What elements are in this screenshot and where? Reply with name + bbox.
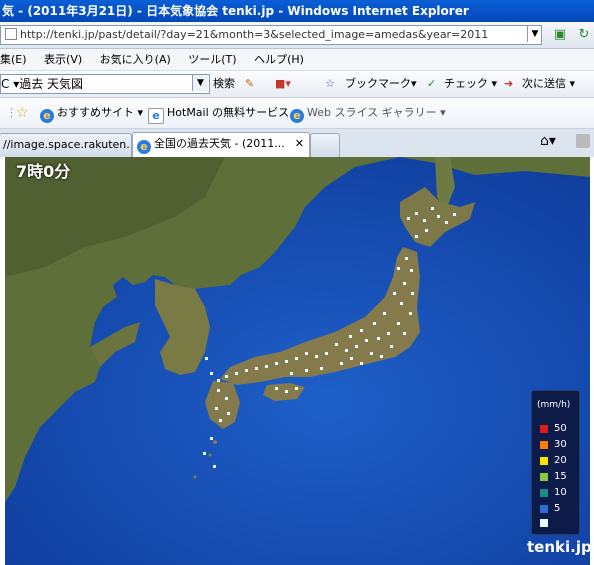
feeds-icon[interactable] — [576, 134, 590, 148]
legend-label: 50 — [554, 423, 567, 434]
page-icon: e — [148, 108, 164, 124]
tab-tenki-past[interactable]: e 全国の過去天気 - (2011... ✕ — [132, 132, 310, 158]
precipitation-legend: (mm/h) 50 30 20 15 10 5 — [531, 390, 580, 535]
menu-favorites[interactable]: お気に入り(A) — [100, 53, 171, 66]
legend-swatch — [540, 425, 548, 433]
menu-edit[interactable]: 集(E) — [0, 53, 27, 66]
search-box[interactable]: C ▾過去 天気図 — [0, 74, 210, 94]
fav-recommended[interactable]: e おすすめサイト ▾ — [40, 104, 143, 123]
legend-swatch — [540, 457, 548, 465]
bookmark-button[interactable]: ブックマーク▾ — [345, 75, 417, 93]
viewport-right-edge — [590, 157, 594, 565]
legend-label: 5 — [554, 503, 561, 514]
legend-swatch — [540, 519, 548, 527]
legend-label: 20 — [554, 455, 567, 466]
menu-bar: 集(E) 表示(V) お気に入り(A) ツール(T) ヘルプ(H) — [0, 49, 594, 71]
legend-swatch — [540, 473, 548, 481]
legend-swatch — [540, 441, 548, 449]
time-label: 7時0分 — [16, 162, 71, 181]
favorites-bar: ⋮ ☆ e おすすめサイト ▾ e HotMail の無料サービス e Web スライ… — [0, 98, 594, 129]
fav-webslice-label: Web スライス ギャラリー ▾ — [307, 106, 446, 119]
menu-view[interactable]: 表示(V) — [44, 53, 82, 66]
menu-tools[interactable]: ツール(T) — [188, 53, 236, 66]
address-field[interactable]: http://tenki.jp/past/detail/?day=21&mont… — [0, 25, 542, 45]
home-icon[interactable]: ⌂▾ — [540, 133, 556, 149]
check-button[interactable]: チェック ▾ — [444, 75, 497, 93]
toolbar-widget-icon[interactable]: ■▾ — [275, 75, 291, 93]
ie-icon: e — [137, 140, 151, 154]
fav-webslice[interactable]: e Web スライス ギャラリー ▾ — [290, 104, 446, 123]
legend-item: 10 — [540, 487, 580, 499]
fav-hotmail-label: HotMail の無料サービス — [167, 106, 290, 119]
legend-item: 30 — [540, 439, 580, 451]
tab-image-rakuten[interactable]: //image.space.rakuten... — [0, 133, 132, 157]
refresh-icon[interactable]: ↻ — [574, 25, 594, 45]
search-dropdown-button[interactable]: ▼ — [192, 75, 208, 91]
legend-label: 10 — [554, 487, 567, 498]
send-button[interactable]: 次に送信 ▾ — [522, 75, 575, 93]
ie-icon: e — [290, 109, 304, 123]
legend-swatch — [540, 505, 548, 513]
island — [213, 440, 217, 444]
legend-swatch — [540, 489, 548, 497]
search-text: C ▾過去 天気図 — [1, 77, 84, 91]
new-tab-button[interactable] — [310, 133, 340, 157]
address-bar: http://tenki.jp/past/detail/?day=21&mont… — [0, 22, 594, 49]
legend-item: 15 — [540, 471, 580, 483]
legend-item: 20 — [540, 455, 580, 467]
legend-unit: (mm/h) — [537, 400, 571, 410]
legend-item: 50 — [540, 423, 580, 435]
compatibility-icon[interactable]: ▣ — [550, 25, 570, 45]
precipitation-map — [5, 157, 590, 565]
tab-bar: //image.space.rakuten... e 全国の過去天気 - (201… — [0, 129, 594, 158]
fav-recommended-label: おすすめサイト ▾ — [57, 106, 144, 119]
send-icon[interactable]: ➜ — [504, 75, 513, 93]
window-title: 気 - (2011年3月21日) - 日本気象協会 tenki.jp - Win… — [0, 0, 594, 22]
island — [193, 475, 197, 479]
tab-label: //image.space.rakuten... — [3, 138, 132, 151]
legend-label: 15 — [554, 471, 567, 482]
spellcheck-icon[interactable]: ✓ — [427, 75, 436, 93]
close-tab-icon[interactable]: ✕ — [295, 133, 304, 155]
add-favorite-icon[interactable]: ☆ — [16, 104, 29, 122]
address-dropdown-button[interactable]: ▼ — [527, 26, 542, 42]
highlight-icon[interactable]: ✎ — [245, 75, 254, 93]
toolbar: C ▾過去 天気図 ▼ 検索 ✎ ■▾ ☆ ブックマーク▾ ✓ チェック ▾ ➜… — [0, 71, 594, 98]
menu-help[interactable]: ヘルプ(H) — [254, 53, 304, 66]
legend-item: 5 — [540, 503, 580, 515]
ie-icon: e — [40, 109, 54, 123]
address-url: http://tenki.jp/past/detail/?day=21&mont… — [20, 28, 489, 41]
legend-label: 30 — [554, 439, 567, 450]
tenki-logo: tenki.jp — [527, 538, 592, 556]
page-icon — [5, 28, 17, 40]
search-button[interactable]: 検索 — [213, 75, 235, 93]
fav-hotmail[interactable]: e HotMail の無料サービス — [148, 104, 289, 124]
star-icon[interactable]: ☆ — [325, 75, 335, 93]
tab-label: 全国の過去天気 - (2011... — [154, 137, 285, 150]
island — [208, 453, 212, 457]
legend-item — [540, 517, 580, 529]
